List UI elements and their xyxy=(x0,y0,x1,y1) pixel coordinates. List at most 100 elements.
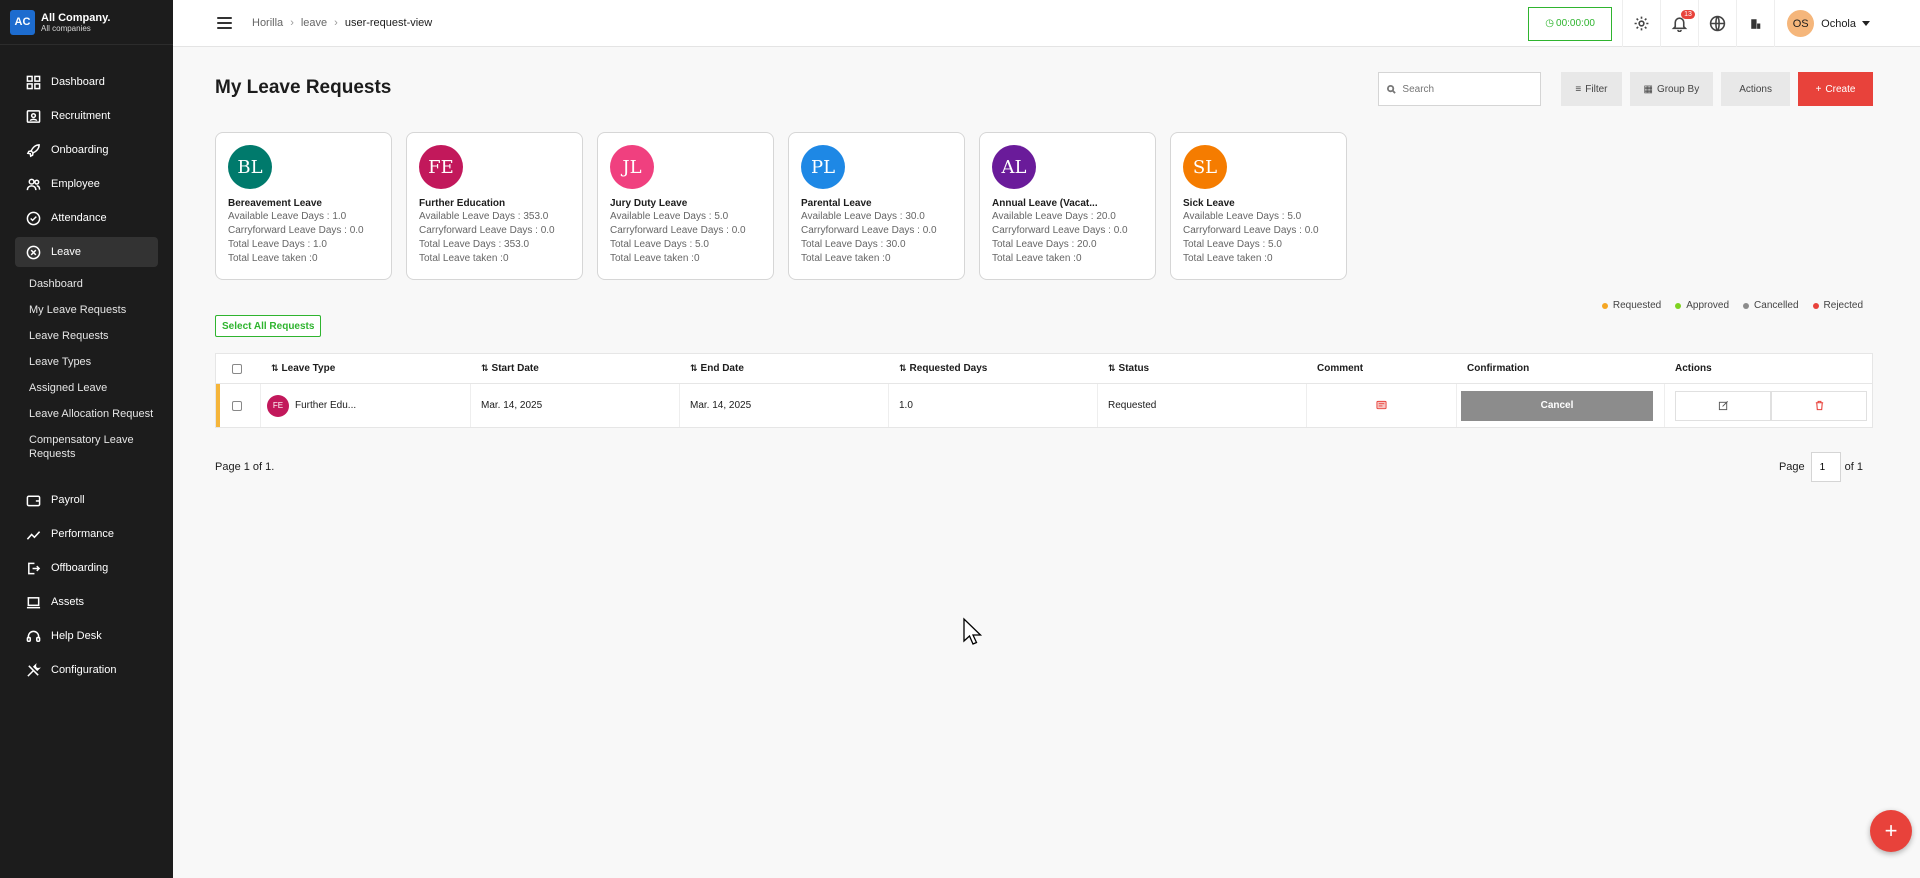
breadcrumb: Horilla › leave › user-request-view xyxy=(252,17,432,29)
sort-icon: ⇅ xyxy=(899,363,906,373)
search-box xyxy=(1378,72,1542,106)
search-input[interactable] xyxy=(1402,83,1533,95)
edit-button[interactable] xyxy=(1675,390,1771,421)
sort-icon: ⇅ xyxy=(271,363,278,373)
notifications-button[interactable]: 13 xyxy=(1660,0,1698,47)
available-days: Available Leave Days : 5.0 xyxy=(1183,210,1334,224)
taken-label: Total Leave taken : xyxy=(801,253,885,264)
sidebar-item-configuration[interactable]: Configuration xyxy=(15,655,158,685)
header-label: Requested Days xyxy=(909,363,988,374)
legend-item[interactable]: Requested xyxy=(1601,300,1661,311)
user-menu[interactable]: OS Ochola xyxy=(1774,0,1920,47)
submenu-item-leave-requests[interactable]: Leave Requests xyxy=(0,329,173,343)
settings-button[interactable] xyxy=(1622,0,1660,47)
breadcrumb-item-current: user-request-view xyxy=(344,17,433,29)
sidebar-item-leave[interactable]: Leave xyxy=(15,237,158,267)
breadcrumb-item-leave[interactable]: leave xyxy=(301,17,327,29)
row-checkbox[interactable] xyxy=(232,400,242,411)
submenu-item-assigned-leave[interactable]: Assigned Leave xyxy=(0,381,173,395)
row-select-cell xyxy=(220,384,261,427)
page-title: My Leave Requests xyxy=(215,77,392,98)
leave-type-card[interactable]: JL Jury Duty Leave Available Leave Days : … xyxy=(597,132,774,280)
sidebar-item-recruitment[interactable]: Recruitment xyxy=(15,101,158,131)
actions-dropdown-button[interactable]: Actions xyxy=(1721,72,1790,106)
legend-label: Rejected xyxy=(1823,300,1863,311)
delete-button[interactable] xyxy=(1771,390,1867,421)
submenu-item-leave-allocation-request[interactable]: Leave Allocation Request xyxy=(0,407,173,421)
table-row[interactable]: FE Further Edu... Mar. 14, 2025 Mar. 14,… xyxy=(216,384,1872,427)
create-label: Create xyxy=(1825,83,1856,95)
available-value: 30.0 xyxy=(905,211,925,222)
sidebar: AC All Company. All companies Dashboard … xyxy=(0,0,173,878)
leave-type-card[interactable]: SL Sick Leave Available Leave Days : 5.0 Ca… xyxy=(1170,132,1347,280)
taken-value: 0 xyxy=(693,253,700,264)
submenu-item-dashboard[interactable]: Dashboard xyxy=(0,277,173,291)
menu-toggle-icon[interactable] xyxy=(217,17,232,29)
available-value: 20.0 xyxy=(1096,211,1116,222)
comment-icon[interactable] xyxy=(1376,400,1387,411)
actions-label: Actions xyxy=(1739,83,1772,95)
available-label: Available Leave Days : xyxy=(992,211,1097,222)
company-switcher[interactable]: AC All Company. All companies xyxy=(0,0,173,45)
cancel-request-button[interactable]: Cancel xyxy=(1461,390,1653,421)
page-label: Page xyxy=(1778,461,1805,473)
leave-submenu: Dashboard My Leave Requests Leave Reques… xyxy=(0,271,173,481)
filter-button[interactable]: ≡ Filter xyxy=(1561,72,1622,106)
header-actions: Actions xyxy=(1665,354,1872,383)
header-requested-days[interactable]: ⇅ Requested Days xyxy=(889,354,1098,383)
header-start-date[interactable]: ⇅ Start Date xyxy=(471,354,680,383)
leave-type-card[interactable]: FE Further Education Available Leave Days … xyxy=(406,132,583,280)
group-by-button[interactable]: ▦ Group By xyxy=(1629,72,1714,106)
total-label: Total Leave Days : xyxy=(992,239,1078,250)
leave-taken: Total Leave taken :0 xyxy=(610,252,761,266)
header-comment: Comment xyxy=(1307,354,1457,383)
leave-type-card[interactable]: BL Bereavement Leave Available Leave Days … xyxy=(215,132,392,280)
submenu-item-compensatory-leave-requests[interactable]: Compensatory Leave Requests xyxy=(0,433,173,461)
filter-icon: ≡ xyxy=(1575,83,1582,95)
sidebar-item-attendance[interactable]: Attendance xyxy=(15,203,158,233)
legend-item[interactable]: Approved xyxy=(1675,300,1729,311)
submenu-item-leave-types[interactable]: Leave Types xyxy=(0,355,173,369)
sidebar-item-label: Leave xyxy=(51,246,81,258)
status-dot-icon xyxy=(1675,302,1682,309)
leave-taken: Total Leave taken :0 xyxy=(419,252,570,266)
create-button[interactable]: + Create xyxy=(1798,72,1873,106)
header-status[interactable]: ⇅ Status xyxy=(1098,354,1307,383)
sidebar-item-assets[interactable]: Assets xyxy=(15,587,158,617)
gear-icon xyxy=(1634,16,1649,31)
submenu-item-my-leave-requests[interactable]: My Leave Requests xyxy=(0,303,173,317)
sidebar-item-dashboard[interactable]: Dashboard xyxy=(15,67,158,97)
sidebar-item-label: Payroll xyxy=(51,494,85,506)
wallet-icon xyxy=(25,492,41,508)
exit-icon xyxy=(25,560,41,576)
legend-item[interactable]: Cancelled xyxy=(1743,300,1799,311)
carryforward-value: 0.0 xyxy=(731,225,746,236)
breadcrumb-item-home[interactable]: Horilla xyxy=(252,17,283,29)
sidebar-item-employee[interactable]: Employee xyxy=(15,169,158,199)
language-button[interactable] xyxy=(1698,0,1736,47)
sidebar-item-performance[interactable]: Performance xyxy=(15,519,158,549)
company-button[interactable] xyxy=(1736,0,1774,47)
quick-action-fab-button[interactable]: + xyxy=(1870,810,1912,852)
attendance-timer-button[interactable]: ◷ 00:00:00 xyxy=(1528,6,1613,41)
leave-type-card[interactable]: AL Annual Leave (Vacat... Available Leave … xyxy=(979,132,1156,280)
select-all-checkbox[interactable] xyxy=(232,363,242,374)
header-label: Actions xyxy=(1675,363,1712,374)
sidebar-item-onboarding[interactable]: Onboarding xyxy=(15,135,158,165)
legend-item[interactable]: Rejected xyxy=(1812,300,1863,311)
header-leave-type[interactable]: ⇅ Leave Type xyxy=(261,354,471,383)
total-value: 5.0 xyxy=(695,239,709,250)
sidebar-item-offboarding[interactable]: Offboarding xyxy=(15,553,158,583)
sidebar-item-help-desk[interactable]: Help Desk xyxy=(15,621,158,651)
leave-type-card[interactable]: PL Parental Leave Available Leave Days : 3… xyxy=(788,132,965,280)
header-end-date[interactable]: ⇅ End Date xyxy=(680,354,889,383)
status-dot-icon xyxy=(1743,302,1750,309)
group-icon: ▦ xyxy=(1643,83,1653,95)
sidebar-nav-lower: Payroll Performance Offboarding Assets H… xyxy=(0,485,173,685)
sidebar-item-payroll[interactable]: Payroll xyxy=(15,485,158,515)
taken-label: Total Leave taken : xyxy=(610,253,694,264)
recruitment-icon xyxy=(25,108,41,124)
filter-label: Filter xyxy=(1585,83,1608,95)
page-number-input[interactable] xyxy=(1810,452,1841,482)
select-all-requests-button[interactable]: Select All Requests xyxy=(215,315,322,337)
